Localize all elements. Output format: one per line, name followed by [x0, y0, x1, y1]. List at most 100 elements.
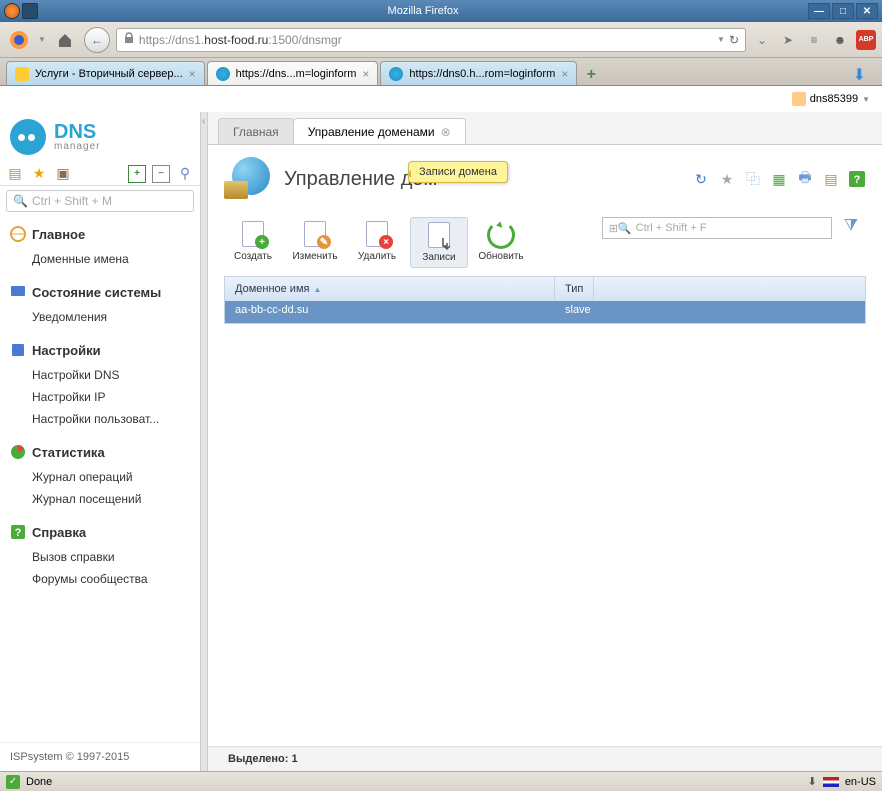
content-tab-home[interactable]: Главная [218, 118, 294, 144]
edit-button[interactable]: ✎ Изменить [286, 217, 344, 266]
sidebar: DNS manager ▤ ★ ▣ + − ⚲ 🔍 Ctrl + Shift +… [0, 112, 200, 771]
lock-icon [123, 32, 135, 47]
minimize-button[interactable]: — [808, 3, 830, 19]
globe-icon [10, 226, 26, 242]
content-area: Главная Управление доменами ⊗ Управление… [208, 112, 882, 771]
nav-item-user-settings[interactable]: Настройки пользоват... [0, 408, 200, 430]
check-icon[interactable]: ✓ [6, 775, 20, 789]
create-button[interactable]: + Создать [224, 217, 282, 266]
lang-label[interactable]: en-US [845, 776, 876, 788]
url-text: https://dns1.host-food.ru:1500/dnsmgr [139, 33, 713, 47]
nav-item-call-help[interactable]: Вызов справки [0, 546, 200, 568]
dropdown-icon[interactable]: ▼ [38, 35, 46, 44]
chevron-down-icon[interactable]: ▼ [862, 95, 870, 104]
collapse-icon[interactable]: − [152, 165, 170, 183]
close-button[interactable]: ✕ [856, 3, 878, 19]
nav-item-forums[interactable]: Форумы сообщества [0, 568, 200, 590]
nav-head-status[interactable]: Состояние системы [0, 278, 200, 306]
firefox-menu-icon[interactable] [6, 27, 32, 53]
browser-statusbar: ✓ Done ⬇ en-US [0, 771, 882, 791]
face-icon[interactable]: ☻ [830, 30, 850, 50]
close-icon[interactable]: × [561, 67, 568, 81]
domain-grid: Доменное имя ▲ Тип aa-bb-cc-dd.su slave [224, 276, 866, 324]
export-icon[interactable]: ▦ [770, 170, 788, 188]
search-placeholder: Ctrl + Shift + M [32, 194, 112, 208]
filter-icon[interactable]: ⧩ [836, 217, 866, 235]
dropdown-icon[interactable]: ▼ [717, 35, 725, 44]
nav-item-ip-settings[interactable]: Настройки IP [0, 386, 200, 408]
pin-icon[interactable]: ⚲ [176, 165, 194, 183]
help-icon[interactable]: ? [848, 170, 866, 188]
help-icon: ? [10, 524, 26, 540]
star-icon[interactable]: ★ [718, 170, 736, 188]
nav-item-notifications[interactable]: Уведомления [0, 306, 200, 328]
chart-icon [10, 444, 26, 460]
nav-item-visit-log[interactable]: Журнал посещений [0, 488, 200, 510]
selection-status: Выделено: 1 [208, 746, 882, 771]
content-tab-domains[interactable]: Управление доменами ⊗ [293, 118, 466, 144]
window-group-icon[interactable] [22, 3, 38, 19]
sidebar-search[interactable]: 🔍 Ctrl + Shift + M [6, 190, 194, 212]
new-tab-button[interactable]: + [579, 65, 603, 85]
col-type[interactable]: Тип [555, 277, 594, 301]
reload-icon[interactable]: ↻ [729, 33, 739, 47]
logo-icon [10, 119, 46, 155]
col-domain[interactable]: Доменное имя ▲ [225, 277, 555, 301]
browser-tab[interactable]: Услуги - Вторичный сервер... × [6, 61, 205, 85]
pocket-icon[interactable]: ⌄ [752, 30, 772, 50]
browser-tab-strip: Услуги - Вторичный сервер... × https://d… [0, 58, 882, 86]
downloads-icon[interactable]: ⬇ [843, 65, 876, 85]
refresh-icon[interactable]: ↻ [692, 170, 710, 188]
close-icon[interactable]: × [362, 67, 369, 81]
nav-head-help[interactable]: ? Справка [0, 518, 200, 546]
url-bar[interactable]: https://dns1.host-food.ru:1500/dnsmgr ▼ … [116, 28, 746, 52]
expand-icon[interactable]: + [128, 165, 146, 183]
browser-tab-active[interactable]: https://dns...m=loginform × [207, 61, 379, 85]
tab-label: https://dns0.h...rom=loginform [409, 68, 555, 80]
nav-item-ops-log[interactable]: Журнал операций [0, 466, 200, 488]
menu-icon[interactable]: ≡ [804, 30, 824, 50]
nav-item-domains[interactable]: Доменные имена [0, 248, 200, 270]
records-button[interactable]: Записи [410, 217, 468, 268]
star-icon[interactable]: ★ [30, 165, 48, 183]
briefcase-icon[interactable]: ▣ [54, 165, 72, 183]
close-icon[interactable]: × [189, 67, 196, 81]
search-icon: ⊞🔍 [609, 222, 632, 235]
back-button[interactable]: ← [84, 27, 110, 53]
maximize-button[interactable]: □ [832, 3, 854, 19]
grid-row-selected[interactable]: aa-bb-cc-dd.su slave [225, 301, 865, 323]
filter-input[interactable]: ⊞🔍 Ctrl + Shift + F [602, 217, 832, 239]
browser-toolbar: ▼ ← https://dns1.host-food.ru:1500/dnsmg… [0, 22, 882, 58]
send-icon[interactable]: ➤ [778, 30, 798, 50]
search-icon: 🔍 [13, 194, 28, 208]
panel-header: Управление дом Записи домена ↻ ★ ⿻ ▦ 🖶 ▤… [208, 145, 882, 213]
list-icon[interactable]: ▤ [6, 165, 24, 183]
nav-head-settings[interactable]: Настройки [0, 336, 200, 364]
copy-icon[interactable]: ⿻ [744, 170, 762, 188]
sidebar-nav: Главное Доменные имена Состояние системы… [0, 216, 200, 742]
logo: DNS manager [0, 112, 200, 162]
action-bar: + Создать ✎ Изменить × Удалить Записи [208, 213, 882, 276]
firefox-icon [4, 3, 20, 19]
sidebar-divider[interactable] [200, 112, 208, 771]
close-icon[interactable]: ⊗ [441, 125, 451, 139]
username[interactable]: dns85399 [810, 93, 858, 105]
nav-head-main[interactable]: Главное [0, 220, 200, 248]
home-button[interactable] [52, 27, 78, 53]
tab-label: https://dns...m=loginform [236, 68, 357, 80]
settings-icon[interactable]: ▤ [822, 170, 840, 188]
download-icon[interactable]: ⬇ [808, 775, 817, 788]
delete-button[interactable]: × Удалить [348, 217, 406, 266]
abp-icon[interactable]: ABP [856, 30, 876, 50]
logo-text-2: manager [54, 142, 100, 152]
us-flag-icon [823, 777, 839, 787]
print-icon[interactable]: 🖶 [796, 170, 814, 188]
window-title: Mozilla Firefox [38, 5, 808, 17]
monitor-icon [10, 284, 26, 300]
nav-head-stats[interactable]: Статистика [0, 438, 200, 466]
cell-domain: aa-bb-cc-dd.su [225, 301, 555, 323]
browser-tab[interactable]: https://dns0.h...rom=loginform × [380, 61, 577, 85]
refresh-button[interactable]: Обновить [472, 217, 530, 266]
favicon [216, 67, 230, 81]
nav-item-dns-settings[interactable]: Настройки DNS [0, 364, 200, 386]
